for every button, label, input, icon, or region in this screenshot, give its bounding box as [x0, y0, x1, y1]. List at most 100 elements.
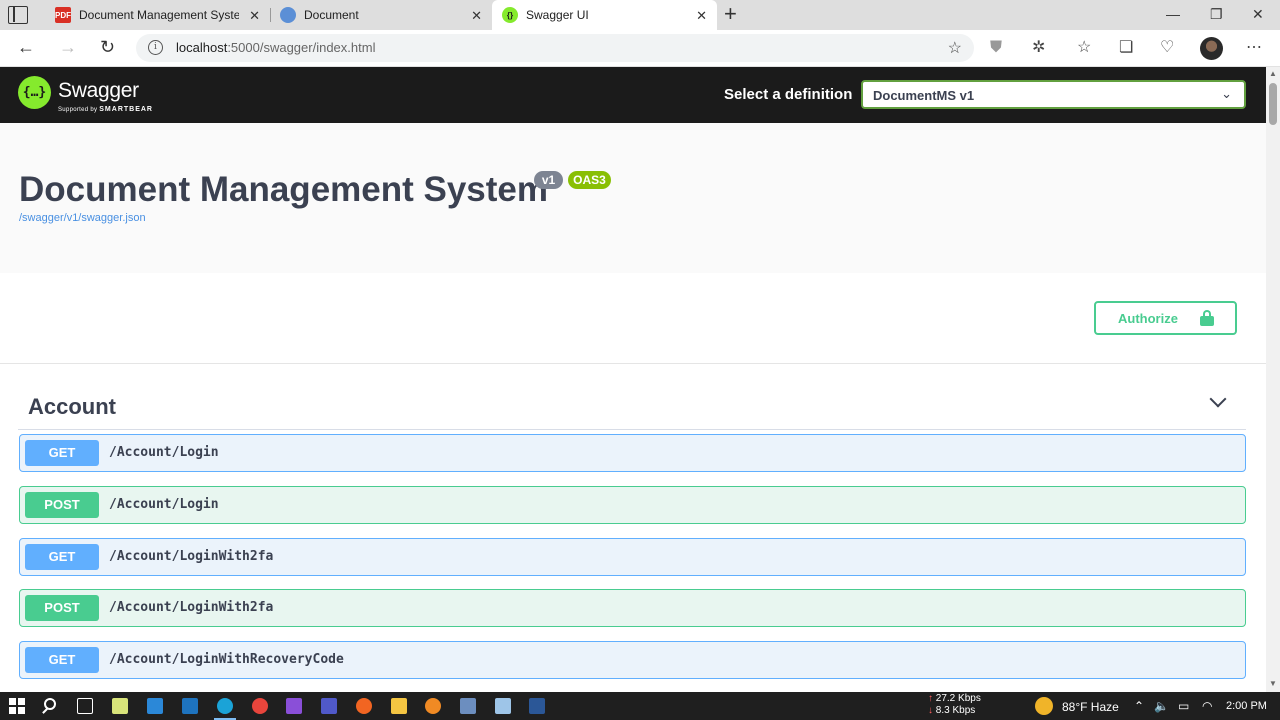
search-icon[interactable]	[44, 698, 56, 710]
pgadmin-icon[interactable]	[460, 698, 476, 714]
lock-icon	[1200, 310, 1214, 326]
method-badge: GET	[25, 440, 99, 466]
minimize-icon[interactable]: —	[1166, 6, 1180, 22]
close-icon[interactable]: ✕	[249, 8, 260, 24]
postman-icon[interactable]	[356, 698, 372, 714]
file-explorer-icon[interactable]	[391, 698, 407, 714]
task-view-icon[interactable]	[77, 698, 93, 714]
method-badge: GET	[25, 544, 99, 570]
opblock-get-account-login[interactable]: GET /Account/Login	[19, 434, 1246, 472]
definition-label: Select a definition	[724, 86, 853, 103]
tab-document-management[interactable]: PDF Document Management System ✕	[45, 0, 270, 30]
swagger-brand-sub: Supported by SMARTBEAR	[58, 106, 153, 113]
opblock-post-account-login[interactable]: POST /Account/Login	[19, 486, 1246, 524]
refresh-icon[interactable]: ↻	[100, 37, 115, 57]
tab-actions-icon[interactable]	[8, 6, 28, 24]
forward-icon[interactable]: →	[59, 37, 77, 57]
url-bar[interactable]: i localhost:5000/swagger/index.html ☆	[136, 34, 974, 62]
oas-badge: OAS3	[568, 171, 611, 189]
page-title: Document Management System	[19, 170, 549, 209]
tab-swagger-ui[interactable]: {} Swagger UI ✕	[492, 0, 717, 30]
endpoint-path: /Account/Login	[109, 497, 219, 512]
clock[interactable]: 2:00 PM	[1226, 700, 1267, 712]
page-scrollbar[interactable]: ▲ ▼	[1266, 67, 1280, 692]
restore-icon[interactable]: ❐	[1210, 6, 1223, 23]
spec-json-link[interactable]: /swagger/v1/swagger.json	[19, 212, 146, 224]
auth-wrapper: Authorize	[0, 273, 1266, 364]
edge-icon[interactable]	[217, 698, 233, 714]
definition-select[interactable]: DocumentMS v1 ⌄	[861, 80, 1246, 109]
battery-icon[interactable]: ▭	[1178, 699, 1189, 713]
window-close-icon[interactable]: ✕	[1252, 6, 1264, 23]
shield-icon[interactable]: ⛊	[990, 38, 1002, 58]
chevron-down-icon[interactable]	[1209, 390, 1227, 408]
endpoint-path: /Account/LoginWithRecoveryCode	[109, 652, 344, 667]
url-path: :5000/swagger/index.html	[227, 40, 376, 55]
close-icon[interactable]: ✕	[696, 8, 707, 24]
swagger-brand[interactable]: Swagger	[58, 79, 139, 103]
opblock-get-account-loginwith2fa[interactable]: GET /Account/LoginWith2fa	[19, 538, 1246, 576]
chevron-up-icon[interactable]: ⌃	[1134, 699, 1144, 713]
pdf-icon: PDF	[55, 7, 71, 23]
scroll-up-icon[interactable]: ▲	[1269, 69, 1277, 78]
tab-title: Document Management System	[79, 8, 239, 22]
endpoint-path: /Account/Login	[109, 445, 219, 460]
close-icon[interactable]: ✕	[471, 8, 482, 24]
opblock-post-account-loginwith2fa[interactable]: POST /Account/LoginWith2fa	[19, 589, 1246, 627]
method-badge: GET	[25, 647, 99, 673]
tab-title: Swagger UI	[526, 8, 589, 22]
extensions-icon[interactable]: ✲	[1032, 38, 1045, 58]
net-down: 8.3 Kbps	[935, 705, 976, 716]
weather-icon[interactable]	[1035, 697, 1053, 715]
weather-text[interactable]: 88°F Haze	[1062, 700, 1119, 714]
address-toolbar: ← → ↻ i localhost:5000/swagger/index.htm…	[0, 30, 1280, 67]
more-icon[interactable]: ⋯	[1246, 38, 1262, 58]
volume-icon[interactable]: 🔈	[1154, 699, 1169, 713]
swagger-topbar: {…} Swagger Supported by SMARTBEAR Selec…	[0, 67, 1266, 123]
chevron-down-icon: ⌄	[1221, 86, 1232, 101]
authorize-button[interactable]: Authorize	[1094, 301, 1237, 335]
url-text[interactable]: localhost:5000/swagger/index.html	[176, 40, 375, 55]
add-favorite-icon[interactable]: ☆	[948, 38, 962, 58]
browser-essentials-icon[interactable]: ♡	[1160, 38, 1174, 58]
tag-name: Account	[28, 394, 116, 419]
browser-tab-bar: PDF Document Management System ✕ Documen…	[0, 0, 1280, 30]
app-icon[interactable]	[425, 698, 441, 714]
collections-icon[interactable]: ❏	[1119, 38, 1133, 58]
powershell-icon[interactable]	[182, 698, 198, 714]
brand-sub-prefix: Supported by	[58, 107, 98, 113]
new-tab-icon[interactable]: +	[724, 3, 737, 25]
wifi-icon[interactable]: ◠	[1202, 699, 1212, 713]
info-icon[interactable]: i	[148, 40, 163, 55]
network-speed: ↑ 27.2 Kbps ↓ 8.3 Kbps	[928, 693, 981, 716]
method-badge: POST	[25, 595, 99, 621]
swagger-icon: {}	[502, 7, 518, 23]
profile-avatar[interactable]	[1200, 37, 1223, 60]
notepad-icon[interactable]	[112, 698, 128, 714]
url-host: localhost	[176, 40, 228, 55]
word-icon[interactable]	[529, 698, 545, 714]
favorites-icon[interactable]: ☆	[1077, 38, 1091, 58]
remote-desktop-icon[interactable]	[147, 698, 163, 714]
net-up: 27.2 Kbps	[935, 693, 981, 704]
scroll-thumb[interactable]	[1269, 83, 1277, 125]
windows-taskbar: ↑ 27.2 Kbps ↓ 8.3 Kbps 88°F Haze ⌃ 🔈 ▭ ◠…	[0, 692, 1280, 720]
document-app-icon[interactable]	[495, 698, 511, 714]
tab-title: Document	[304, 8, 359, 22]
tag-header-account[interactable]: Account	[18, 383, 1246, 430]
tab-document[interactable]: Document ✕	[270, 0, 492, 30]
visual-studio-icon[interactable]	[286, 698, 302, 714]
windows-start-icon[interactable]	[9, 698, 25, 714]
endpoint-path: /Account/LoginWith2fa	[109, 549, 274, 564]
opblock-get-account-loginwithrecoverycode[interactable]: GET /Account/LoginWithRecoveryCode	[19, 641, 1246, 679]
scroll-down-icon[interactable]: ▼	[1269, 679, 1277, 688]
swagger-logo-icon[interactable]: {…}	[18, 76, 51, 109]
teams-icon[interactable]	[321, 698, 337, 714]
cloud-icon	[280, 7, 296, 23]
back-icon[interactable]: ←	[17, 37, 35, 57]
chrome-icon[interactable]	[252, 698, 268, 714]
method-badge: POST	[25, 492, 99, 518]
endpoint-path: /Account/LoginWith2fa	[109, 600, 274, 615]
api-info: Document Management System v1 OAS3 /swag…	[0, 123, 1266, 273]
definition-value: DocumentMS v1	[873, 88, 975, 103]
